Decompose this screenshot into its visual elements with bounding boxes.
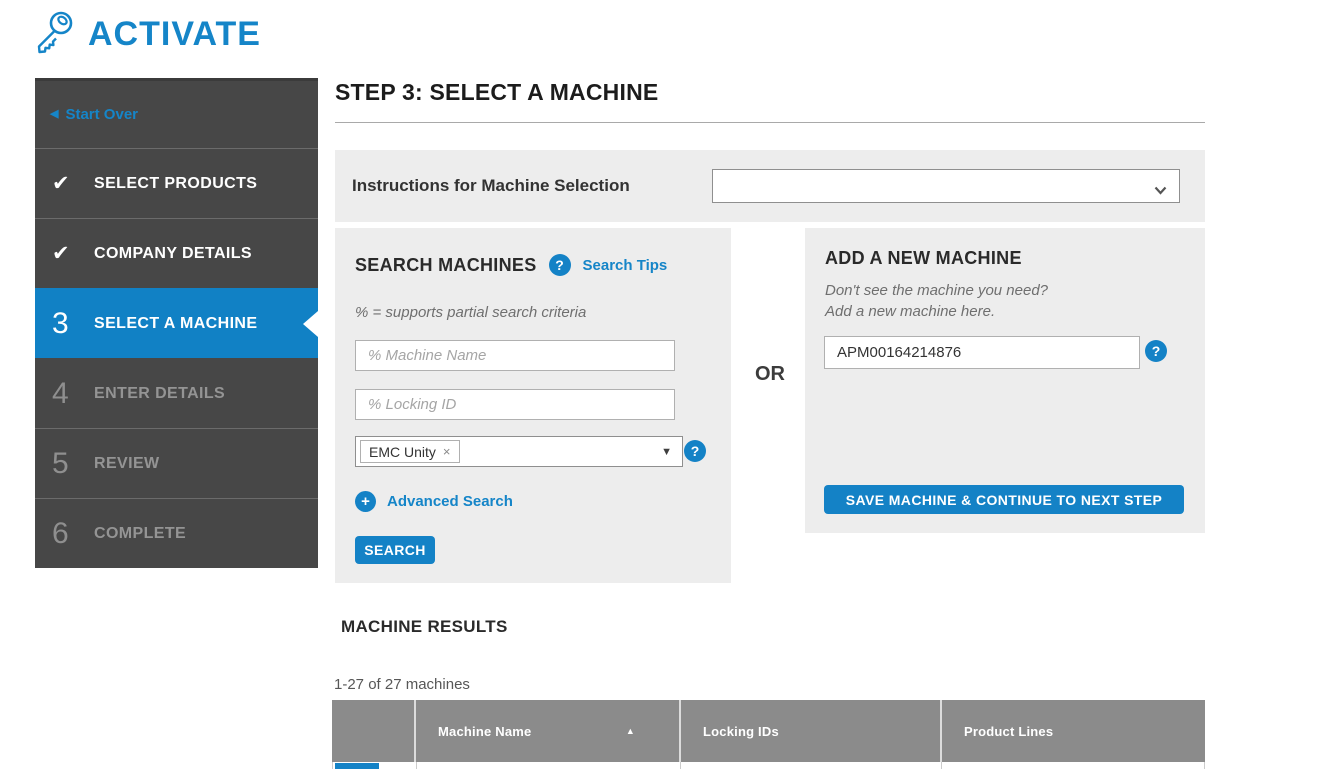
step-number: 6 [52, 517, 69, 551]
machine-results-table: Machine Name ▲ Locking IDs Product Lines [332, 700, 1205, 769]
product-line-tag[interactable]: EMC Unity × [360, 440, 460, 463]
active-step-notch [303, 311, 318, 337]
step-label: REVIEW [94, 455, 160, 473]
add-machine-hint-line1: Don't see the machine you need? [825, 280, 1048, 301]
plus-icon: + [355, 491, 376, 512]
column-header-product-lines[interactable]: Product Lines [942, 700, 1205, 762]
start-over-link[interactable]: ◀ Start Over [35, 81, 318, 148]
column-header-locking-ids[interactable]: Locking IDs [681, 700, 942, 762]
app-logo: ACTIVATE [30, 8, 261, 61]
or-divider: OR [755, 363, 785, 386]
row-machine-name-cell [417, 762, 681, 769]
step-sidebar: ◀ Start Over ✔ SELECT PRODUCTS ✔ COMPANY… [35, 78, 318, 568]
add-machine-hint: Don't see the machine you need? Add a ne… [825, 280, 1048, 322]
table-row[interactable] [332, 762, 1205, 769]
step-number: 5 [52, 447, 69, 481]
results-count: 1-27 of 27 machines [334, 676, 470, 693]
machine-name-input[interactable] [355, 340, 675, 371]
instructions-label: Instructions for Machine Selection [352, 176, 630, 196]
add-machine-title: ADD A NEW MACHINE [825, 248, 1022, 269]
start-over-label: Start Over [65, 106, 138, 123]
sidebar-step-company-details[interactable]: ✔ COMPANY DETAILS [35, 218, 318, 288]
check-icon: ✔ [52, 241, 70, 266]
table-header-row: Machine Name ▲ Locking IDs Product Lines [332, 700, 1205, 762]
step-label: ENTER DETAILS [94, 385, 225, 403]
chevron-down-icon [1154, 182, 1167, 200]
row-product-lines-cell [942, 762, 1204, 769]
column-header-machine-name[interactable]: Machine Name ▲ [416, 700, 681, 762]
row-locking-ids-cell [681, 762, 941, 769]
search-tips-link[interactable]: Search Tips [583, 257, 668, 274]
sidebar-step-review[interactable]: 5 REVIEW [35, 428, 318, 498]
instructions-panel: Instructions for Machine Selection [335, 150, 1205, 222]
key-icon [30, 8, 78, 61]
column-header-select[interactable] [332, 700, 416, 762]
locking-id-input[interactable] [355, 389, 675, 420]
row-select-cell[interactable] [333, 762, 417, 769]
sidebar-step-complete[interactable]: 6 COMPLETE [35, 498, 318, 568]
page-title: STEP 3: SELECT A MACHINE [335, 79, 658, 106]
step-label: SELECT PRODUCTS [94, 175, 257, 193]
sidebar-step-select-a-machine[interactable]: 3 SELECT A MACHINE [35, 288, 318, 358]
instructions-select[interactable] [712, 169, 1180, 203]
step-label: COMPLETE [94, 525, 186, 543]
advanced-search-link[interactable]: + Advanced Search [355, 491, 513, 512]
advanced-search-label: Advanced Search [387, 493, 513, 510]
machine-results-title: MACHINE RESULTS [341, 617, 508, 637]
sidebar-step-enter-details[interactable]: 4 ENTER DETAILS [35, 358, 318, 428]
step-label: SELECT A MACHINE [94, 315, 257, 333]
product-line-help-icon[interactable]: ? [684, 440, 706, 462]
add-new-machine-panel: ADD A NEW MACHINE Don't see the machine … [805, 228, 1205, 533]
product-line-tag-label: EMC Unity [369, 444, 436, 460]
search-button[interactable]: SEARCH [355, 536, 435, 564]
row-selected-indicator [335, 763, 379, 769]
sort-asc-icon: ▲ [626, 726, 635, 736]
new-machine-id-input[interactable] [824, 336, 1140, 369]
step-label: COMPANY DETAILS [94, 245, 252, 263]
partial-search-hint: % = supports partial search criteria [355, 304, 586, 321]
dropdown-arrow-icon: ▼ [661, 446, 672, 458]
remove-tag-icon[interactable]: × [443, 444, 451, 459]
back-arrow-icon: ◀ [50, 107, 58, 120]
app-title: ACTIVATE [88, 15, 261, 54]
sidebar-step-select-products[interactable]: ✔ SELECT PRODUCTS [35, 148, 318, 218]
search-machines-title: SEARCH MACHINES [355, 255, 537, 276]
save-machine-button[interactable]: SAVE MACHINE & CONTINUE TO NEXT STEP [824, 485, 1184, 514]
title-divider [335, 122, 1205, 123]
column-label: Machine Name [438, 724, 531, 739]
check-icon: ✔ [52, 171, 70, 196]
activate-page: ACTIVATE ◀ Start Over ✔ SELECT PRODUCTS … [0, 0, 1332, 769]
product-line-multiselect[interactable]: EMC Unity × ▼ [355, 436, 683, 467]
step-number: 3 [52, 307, 69, 341]
search-machines-panel: SEARCH MACHINES ? Search Tips % = suppor… [335, 228, 731, 583]
step-number: 4 [52, 377, 69, 411]
search-help-icon[interactable]: ? [549, 254, 571, 276]
add-machine-hint-line2: Add a new machine here. [825, 301, 1048, 322]
add-machine-help-icon[interactable]: ? [1145, 340, 1167, 362]
